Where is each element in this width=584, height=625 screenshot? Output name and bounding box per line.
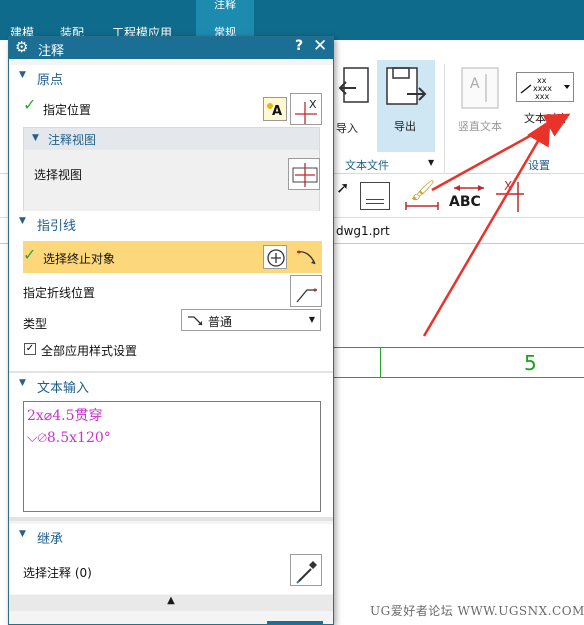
dimension-arrow-icon[interactable] — [402, 176, 442, 216]
section-inherit-label: 继承 — [37, 532, 64, 547]
abc-arrow-icon — [454, 185, 484, 191]
chevron-down-icon: ▼ — [308, 315, 315, 324]
annotation-origin-button[interactable]: A — [263, 97, 287, 121]
vertical-text-button[interactable]: A 竖直文本 — [452, 62, 510, 134]
point-dialog-button[interactable]: X — [290, 93, 322, 125]
annotation-origin-icon: A — [267, 103, 282, 119]
collapse-triangle-icon: ▼ — [19, 216, 26, 226]
svg-text:X: X — [309, 98, 317, 111]
app-tab-bar: 建模 装配 工程模应用 注释 常规 — [0, 0, 584, 40]
check-icon: ✓ — [23, 245, 37, 264]
subsection-view-label: 注释视图 — [48, 133, 97, 147]
dimension-x-icon[interactable]: X — [492, 176, 532, 216]
export-icon — [386, 67, 427, 105]
svg-text:A: A — [272, 104, 282, 119]
annotation-dialog: ⚙ 注释 ? ✕ ▼ 原点 ✓ 指定位置 A X ▼ 注释视图 选择视图 ▼ 指… — [8, 36, 334, 625]
apply-all-styles-checkbox[interactable]: ✓ — [24, 343, 36, 355]
type-label: 类型 — [23, 317, 48, 331]
apply-all-styles-label: 全部应用样式设置 — [41, 344, 138, 358]
leader-type-dropdown[interactable]: 普通 ▼ — [181, 309, 321, 331]
section-leader-label: 指引线 — [37, 219, 77, 234]
text-align-label: 文本对齐 — [524, 112, 568, 125]
collapse-triangle-icon: ▼ — [19, 529, 26, 539]
section-origin-label: 原点 — [37, 73, 64, 88]
jog-line-icon — [296, 288, 317, 303]
import-button[interactable]: 导入 — [328, 64, 372, 150]
annotation-text-area[interactable]: 2x⌀4.5贯穿 ⌵⌀8.5x120° — [23, 401, 321, 512]
ribbon-divider — [444, 64, 445, 174]
annotation-text-line-2: ⌵⌀8.5x120° — [27, 430, 111, 446]
import-label: 导入 — [336, 122, 358, 135]
help-button[interactable]: ? — [295, 38, 303, 54]
canvas-line-top — [330, 347, 584, 348]
svg-text:X: X — [504, 179, 512, 193]
chevron-up-icon: ▲ — [167, 595, 175, 606]
section-origin-header[interactable]: ▼ 原点 — [9, 65, 333, 89]
section-inherit-body: 选择注释 (0) — [9, 548, 333, 594]
canvas-line-bottom — [330, 377, 584, 378]
section-inherit-header[interactable]: ▼ 继承 — [9, 524, 333, 548]
point-crosshair-icon: X — [295, 98, 317, 124]
group-text-file: 文本文件 — [345, 159, 389, 172]
tab-annotation[interactable]: 注释 常规 — [196, 0, 254, 40]
dialog-title: 注释 — [38, 44, 65, 59]
specify-position-label: 指定位置 — [43, 103, 92, 117]
canvas-line-divider — [380, 347, 381, 378]
canvas-number: 5 — [524, 351, 537, 375]
specify-jog-position-label: 指定折线位置 — [23, 286, 96, 300]
text-align-button[interactable]: xx xxxx xxx 文本对齐 — [514, 70, 576, 126]
section-divider — [9, 517, 333, 521]
collapse-triangle-icon: ▼ — [19, 70, 26, 80]
leader-curve-icon — [296, 250, 316, 265]
ok-button[interactable] — [267, 621, 323, 624]
dialog-title-bar[interactable]: ⚙ 注释 ? ✕ — [9, 37, 333, 59]
group-settings: 设置 — [528, 159, 550, 172]
check-icon: ✓ — [23, 95, 37, 114]
file-tab[interactable]: dwg1.prt — [336, 224, 390, 238]
subsection-annotation-view: ▼ 注释视图 选择视图 — [23, 127, 320, 213]
collapse-triangle-icon: ▼ — [19, 378, 26, 388]
svg-text:xxx: xxx — [535, 92, 549, 101]
vertical-text-label: 竖直文本 — [458, 120, 502, 133]
subsection-view-header[interactable]: ▼ 注释视图 — [24, 128, 319, 150]
note-icon[interactable] — [360, 182, 390, 210]
eyedropper-icon — [296, 561, 317, 584]
select-end-object-label: 选择终止对象 — [43, 252, 116, 266]
plus-circle-icon — [267, 249, 285, 267]
cursor-arrow-icon: ➚ — [336, 178, 350, 197]
group-expand-icon[interactable]: ▼ — [428, 158, 434, 167]
select-view-button[interactable] — [288, 158, 320, 190]
watermark-text: UG爱好者论坛 WWW.UGSNX.COM — [370, 604, 584, 618]
annotation-text-line-1: 2x⌀4.5贯穿 — [27, 408, 103, 424]
select-view-icon — [292, 163, 318, 187]
import-icon — [338, 67, 369, 103]
section-text-input-label: 文本输入 — [37, 381, 90, 396]
vertical-text-icon: A — [461, 67, 499, 109]
svg-text:A: A — [470, 76, 480, 92]
tab-annotation-label: 注释 — [214, 0, 236, 11]
section-leader-header[interactable]: ▼ 指引线 — [9, 211, 333, 235]
close-button[interactable]: ✕ — [313, 37, 327, 56]
leader-type-value: 普通 — [208, 315, 233, 329]
select-view-label: 选择视图 — [34, 168, 83, 182]
leader-object-button[interactable] — [290, 241, 322, 273]
eyedropper-button[interactable] — [290, 554, 322, 586]
text-align-icon: xx xxxx xxx — [520, 76, 570, 101]
jog-position-button[interactable] — [290, 275, 322, 307]
section-text-input-header[interactable]: ▼ 文本输入 — [9, 373, 333, 397]
more-options-bar[interactable]: ▲ — [9, 595, 333, 611]
gear-icon[interactable]: ⚙ — [15, 38, 28, 56]
export-button[interactable]: 导出 — [377, 60, 435, 152]
select-annotation-label: 选择注释 (0) — [23, 566, 92, 580]
leader-type-icon — [188, 316, 203, 326]
add-new-set-button[interactable] — [263, 245, 287, 269]
export-label: 导出 — [394, 120, 416, 133]
text-align-dropdown[interactable]: xx xxxx xxx — [516, 72, 574, 102]
collapse-triangle-icon: ▼ — [32, 133, 39, 143]
